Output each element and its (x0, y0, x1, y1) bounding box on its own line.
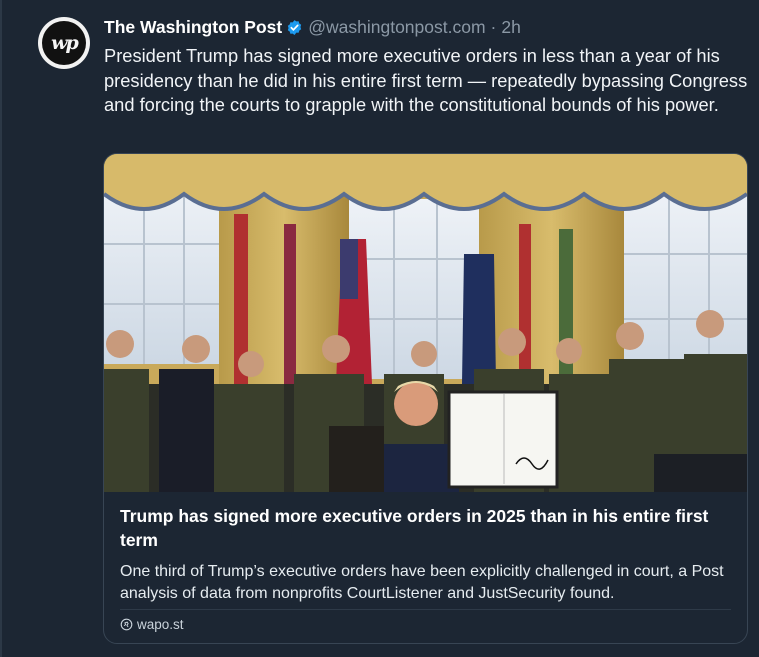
card-image[interactable] (104, 154, 747, 492)
author-avatar[interactable]: wp (38, 17, 90, 69)
separator-dot: · (490, 16, 497, 37)
verified-badge-icon (288, 19, 302, 35)
card-description: One third of Trump’s executive orders ha… (120, 563, 724, 602)
author-handle[interactable]: @washingtonpost.com (308, 17, 485, 38)
card-divider (120, 609, 731, 610)
card-link[interactable]: wapo.st (120, 617, 184, 632)
post-timestamp[interactable]: 2h (501, 17, 520, 38)
card-link-text[interactable]: wapo.st (137, 617, 184, 632)
author-name[interactable]: The Washington Post (104, 17, 282, 38)
thread-edge (0, 0, 2, 657)
globe-icon (120, 618, 133, 631)
card-title[interactable]: Trump has signed more executive orders i… (120, 504, 735, 552)
link-preview-card[interactable]: Trump has signed more executive orders i… (103, 153, 748, 644)
post-text: President Trump has signed more executiv… (104, 45, 748, 115)
wp-logo-icon: wp (42, 21, 86, 65)
post-header: The Washington Post @washingtonpost.com … (104, 15, 521, 39)
post: wp The Washington Post @washingtonpost.c… (0, 0, 759, 657)
